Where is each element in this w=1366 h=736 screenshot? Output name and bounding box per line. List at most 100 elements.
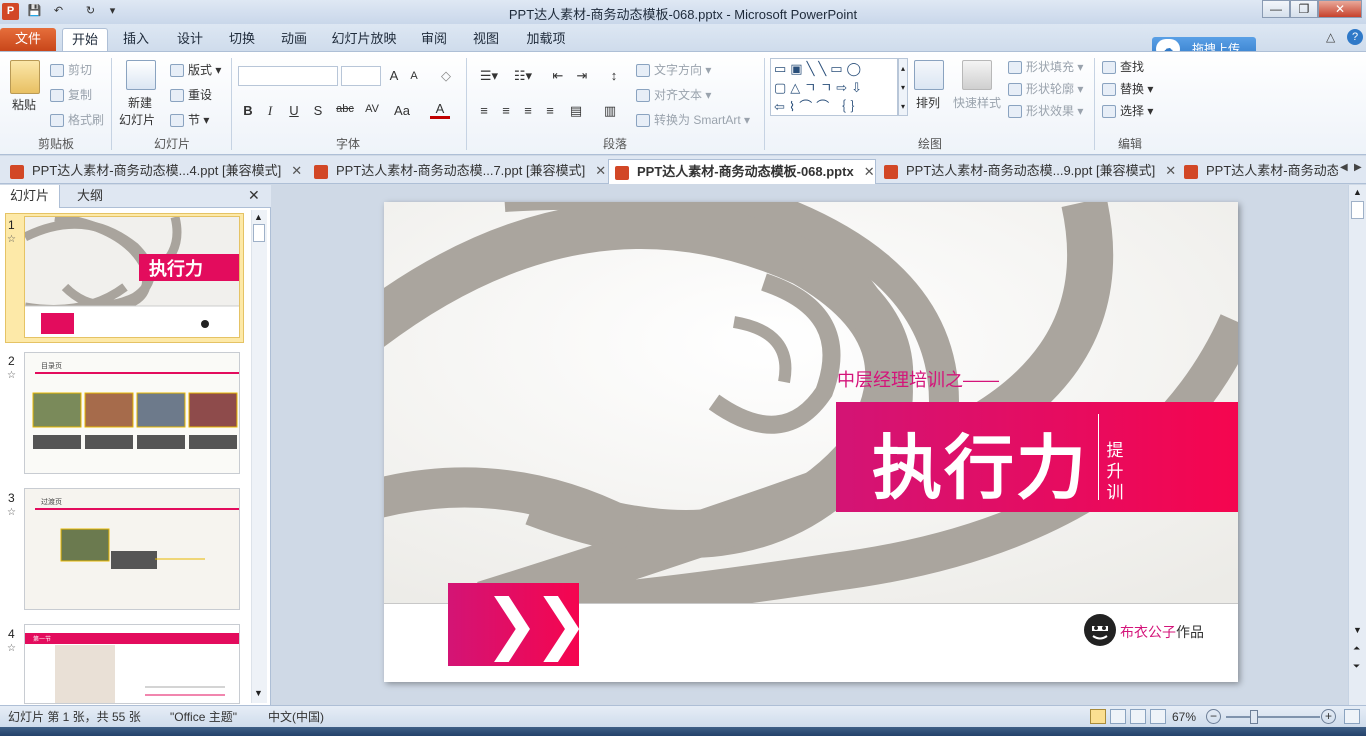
collapse-ribbon-icon[interactable]: △ — [1326, 30, 1335, 44]
shape-outline-button[interactable]: 形状轮廓 ▾ — [1008, 80, 1083, 97]
new-slide-icon[interactable] — [126, 60, 156, 90]
format-painter-button[interactable]: 格式刷 — [50, 111, 104, 128]
doc-tab[interactable]: PPT达人素材-商务动态模...9.ppt [兼容模式] ✕ — [878, 159, 1176, 184]
slide-thumbnail-2[interactable]: 目录页 — [24, 352, 240, 474]
font-size-combo[interactable] — [341, 66, 381, 86]
decrease-indent-icon[interactable]: ⇤ — [548, 68, 568, 84]
tab-design[interactable]: 设计 — [170, 28, 210, 51]
shadow-button[interactable]: S — [308, 103, 328, 118]
vertical-subtitle[interactable]: 提升训 — [1104, 440, 1126, 503]
arrange-button[interactable]: 排列 — [916, 94, 940, 111]
slide-thumbnail-3[interactable]: 过渡页 — [24, 488, 240, 610]
layout-button[interactable]: 版式 ▾ — [170, 61, 221, 78]
tab-scroll-left-icon[interactable]: ◀ — [1340, 162, 1348, 173]
scroll-down-icon[interactable]: ▼ — [254, 688, 263, 698]
scroll-up-icon[interactable]: ▲ — [254, 212, 263, 222]
section-button[interactable]: 节 ▾ — [170, 111, 209, 128]
slideshow-icon[interactable] — [1150, 709, 1166, 724]
tab-review[interactable]: 审阅 — [414, 28, 454, 51]
reset-button[interactable]: 重设 — [170, 86, 212, 103]
tab-scroll-right-icon[interactable]: ▶ — [1354, 162, 1362, 173]
align-center-icon[interactable]: ≡ — [496, 103, 516, 118]
doc-tab[interactable]: PPT达人素材-商务动态模 — [1178, 159, 1338, 184]
align-left-icon[interactable]: ≡ — [474, 103, 494, 118]
scroll-down-icon[interactable]: ▼ — [1353, 625, 1362, 635]
doc-tab[interactable]: PPT达人素材-商务动态模...7.ppt [兼容模式] ✕ — [308, 159, 606, 184]
paste-icon[interactable] — [10, 60, 40, 94]
copy-button[interactable]: 复制 — [50, 86, 92, 103]
help-icon[interactable]: ? — [1347, 29, 1363, 45]
current-slide[interactable]: 中层经理培训之—— 执行力 提升训 ❯❯ 布衣公子作品 — [384, 202, 1238, 682]
clear-format-button[interactable]: ◇ — [436, 68, 456, 84]
minimize-button[interactable]: — — [1262, 0, 1290, 18]
character-spacing-button[interactable]: AV — [360, 103, 384, 115]
theme-name[interactable]: "Office 主题" — [170, 706, 237, 728]
zoom-in-button[interactable]: + — [1321, 709, 1336, 724]
select-button[interactable]: 选择 ▾ — [1102, 102, 1153, 119]
quick-styles-button[interactable]: 快速样式 — [953, 94, 1001, 111]
fit-to-window-icon[interactable] — [1344, 709, 1360, 724]
doc-tab[interactable]: PPT达人素材-商务动态模...4.ppt [兼容模式] ✕ — [4, 159, 306, 184]
thumbnails-scrollbar[interactable]: ▲ ▼ — [251, 210, 267, 703]
tab-view[interactable]: 视图 — [466, 28, 506, 51]
tab-home[interactable]: 开始 — [62, 28, 108, 51]
previous-slide-icon[interactable]: ⏶ — [1353, 643, 1360, 654]
italic-button[interactable]: I — [260, 103, 280, 119]
new-slide-dropdown[interactable]: 幻灯片 — [119, 111, 155, 128]
bold-button[interactable]: B — [238, 103, 258, 118]
shapes-gallery-scroll[interactable]: ▴ ▾ ▾ — [898, 58, 908, 116]
close-tab-icon[interactable]: ✕ — [291, 159, 302, 183]
slide-thumbnail-4[interactable]: 第一节 — [24, 624, 240, 704]
slide-subtitle[interactable]: 中层经理培训之—— — [837, 366, 999, 392]
shape-effects-button[interactable]: 形状效果 ▾ — [1008, 102, 1083, 119]
font-color-button[interactable]: A — [430, 101, 450, 119]
cut-button[interactable]: 剪切 — [50, 61, 92, 78]
underline-button[interactable]: U — [284, 103, 304, 118]
align-text-button[interactable]: 对齐文本 ▾ — [636, 86, 711, 103]
increase-indent-icon[interactable]: ⇥ — [572, 68, 592, 84]
zoom-out-button[interactable]: − — [1206, 709, 1221, 724]
shape-fill-button[interactable]: 形状填充 ▾ — [1008, 58, 1083, 75]
align-right-icon[interactable]: ≡ — [518, 103, 538, 118]
scroll-thumb[interactable] — [1351, 201, 1364, 219]
close-tab-icon[interactable]: ✕ — [864, 160, 875, 184]
normal-view-icon[interactable] — [1090, 709, 1106, 724]
scroll-thumb[interactable] — [253, 224, 265, 242]
zoom-slider[interactable] — [1226, 716, 1320, 718]
close-tab-icon[interactable]: ✕ — [595, 159, 606, 183]
quick-styles-icon[interactable] — [962, 60, 992, 90]
chevron-block[interactable]: ❯❯ — [448, 583, 589, 666]
arrange-icon[interactable] — [914, 60, 944, 90]
tab-insert[interactable]: 插入 — [116, 28, 156, 51]
reading-view-icon[interactable] — [1130, 709, 1146, 724]
doc-tab-active[interactable]: PPT达人素材-商务动态模板-068.pptx ✕ — [608, 159, 876, 184]
slide-thumbnail-1[interactable]: 执行力 — [24, 216, 240, 338]
new-slide-button[interactable]: 新建 — [128, 94, 152, 111]
slide-sorter-icon[interactable] — [1110, 709, 1126, 724]
scroll-up-icon[interactable]: ▲ — [1353, 187, 1362, 197]
tab-slides[interactable]: 幻灯片 — [0, 185, 60, 208]
find-button[interactable]: 查找 — [1102, 58, 1144, 75]
smartart-button[interactable]: 转换为 SmartArt ▾ — [636, 111, 750, 128]
title-banner[interactable]: 执行力 提升训 — [836, 402, 1238, 512]
slide-scrollbar[interactable]: ▲ ▼ ⏶ ⏷ — [1348, 185, 1366, 705]
close-button[interactable]: ✕ — [1318, 0, 1362, 18]
grow-font-button[interactable]: A — [384, 68, 404, 83]
slide-title[interactable]: 执行力 — [872, 412, 1088, 513]
tab-file[interactable]: 文件 — [0, 28, 56, 51]
close-tab-icon[interactable]: ✕ — [1165, 159, 1176, 183]
close-pane-icon[interactable]: ✕ — [248, 187, 260, 204]
zoom-slider-thumb[interactable] — [1250, 710, 1258, 724]
tab-addins[interactable]: 加载项 — [520, 28, 572, 51]
restore-button[interactable]: ❐ — [1290, 0, 1318, 18]
numbering-icon[interactable]: ☷▾ — [508, 68, 538, 84]
strikethrough-button[interactable]: abc — [332, 103, 358, 115]
tab-transitions[interactable]: 切换 — [222, 28, 262, 51]
text-direction-button[interactable]: 文字方向 ▾ — [636, 61, 711, 78]
shapes-gallery[interactable]: ▭▣╲╲▭◯ ▢△ㄱㄱ⇨⇩ ⇦⌇⌒⌒｛｝ — [770, 58, 898, 116]
tab-animations[interactable]: 动画 — [274, 28, 314, 51]
tab-slideshow[interactable]: 幻灯片放映 — [328, 28, 400, 51]
columns-icon[interactable]: ▥ — [600, 103, 620, 119]
line-spacing-icon[interactable]: ↕ — [604, 68, 624, 83]
next-slide-icon[interactable]: ⏷ — [1353, 661, 1360, 672]
